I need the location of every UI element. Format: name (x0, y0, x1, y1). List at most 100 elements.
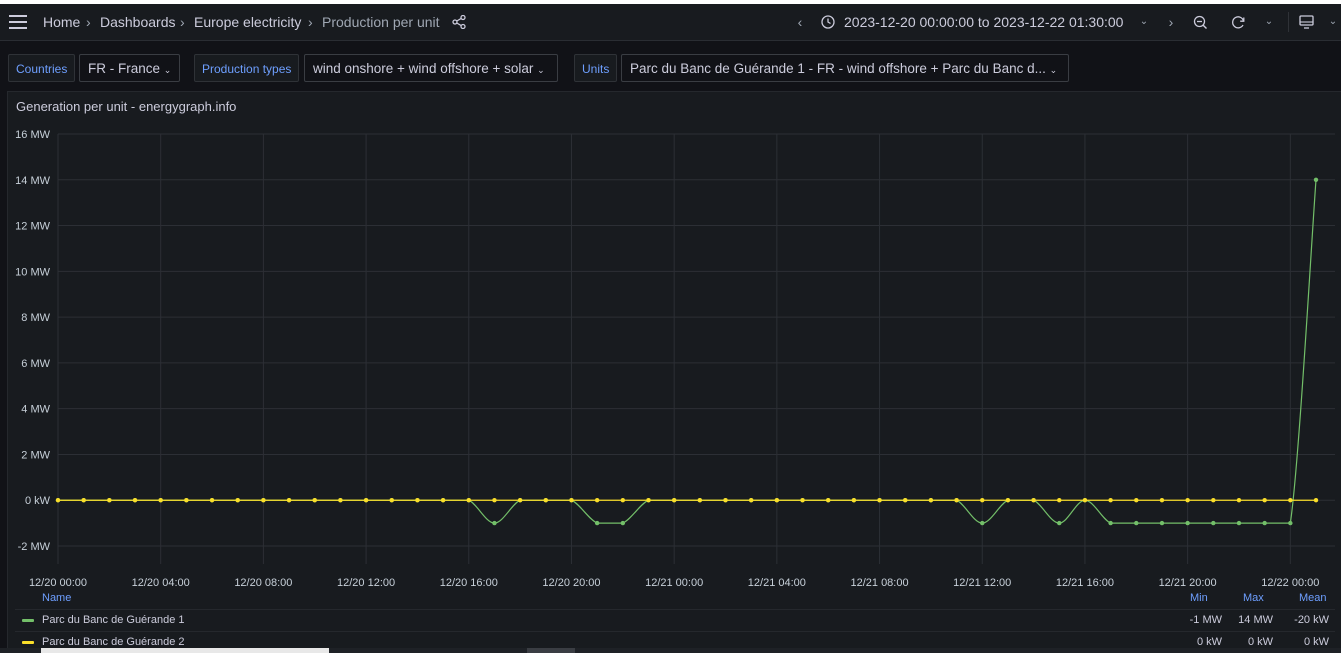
legend-row[interactable]: Parc du Banc de Guérande 1 -1 MW 14 MW -… (15, 609, 1335, 631)
series-point (1005, 498, 1011, 503)
series-point (1288, 498, 1293, 503)
series-point (363, 498, 369, 503)
legend-series-name: Parc du Banc de Guérande 2 (42, 636, 185, 648)
x-tick-label: 12/20 12:00 (337, 577, 395, 589)
y-tick-label: -2 MW (18, 541, 51, 553)
series-point (1236, 498, 1242, 503)
series-point (1185, 520, 1190, 526)
x-tick-label: 12/21 00:00 (645, 577, 703, 589)
series-point (774, 498, 780, 503)
x-tick-label: 12/20 16:00 (440, 577, 498, 589)
series-point (81, 498, 86, 503)
legend-mean-value: 0 kW (1303, 636, 1329, 648)
series-point (1211, 498, 1216, 503)
timeseries-chart[interactable]: 16 MW 14 MW 12 MW 10 MW 8 MW 6 MW 4 MW 2 MW 0 kW… (0, 0, 1341, 600)
series-point (235, 498, 240, 503)
x-tick-label: 12/21 20:00 (1159, 577, 1217, 589)
legend-max-value: 14 MW (1238, 614, 1273, 626)
series-point (748, 498, 754, 503)
series-point (132, 498, 138, 503)
series-point (1031, 498, 1036, 503)
series-point (440, 498, 446, 503)
y-tick-label: 8 MW (21, 312, 50, 324)
series-point (954, 498, 959, 503)
series-point (646, 498, 651, 503)
series-point (620, 498, 626, 503)
legend-color-swatch (22, 641, 34, 644)
series-point (415, 498, 420, 503)
series-point (543, 498, 548, 503)
x-tick-label: 12/22 00:00 (1261, 577, 1319, 589)
series-point (928, 498, 934, 503)
series-point (594, 520, 600, 526)
legend-header-mean[interactable]: Mean (1299, 592, 1327, 604)
legend-min-value: 0 kW (1196, 636, 1222, 648)
legend-color-swatch (22, 619, 34, 622)
series-point (1211, 520, 1216, 526)
series-point (338, 498, 343, 503)
series-point (903, 498, 908, 503)
series-point (980, 520, 985, 526)
series-point (1082, 498, 1088, 503)
legend-min-value: -1 MW (1189, 614, 1222, 626)
series-point (851, 498, 857, 503)
y-tick-label: 2 MW (21, 449, 50, 461)
series-point (1134, 520, 1139, 526)
series-point (492, 498, 497, 503)
x-tick-label: 12/21 08:00 (850, 577, 908, 589)
series-point (1236, 520, 1242, 526)
series-point (800, 498, 805, 503)
series-point (1134, 498, 1139, 503)
series-point (697, 498, 703, 503)
series-point (594, 498, 600, 503)
series-point (980, 498, 985, 503)
series-point (877, 498, 882, 503)
y-tick-label: 0 kW (25, 495, 51, 507)
series-point (1185, 498, 1190, 503)
series-point (1313, 498, 1319, 503)
x-tick-label: 12/20 00:00 (29, 577, 87, 589)
legend-header-name[interactable]: Name (42, 592, 71, 604)
x-tick-label: 12/21 12:00 (953, 577, 1011, 589)
series-point (286, 498, 292, 503)
series-point (466, 498, 471, 503)
x-tick-label: 12/20 08:00 (234, 577, 292, 589)
x-tick-label: 12/21 16:00 (1056, 577, 1114, 589)
y-tick-label: 14 MW (15, 175, 50, 187)
series-point (517, 498, 523, 503)
series-point (620, 520, 626, 526)
series-point (671, 498, 677, 503)
series-point (1108, 520, 1113, 526)
series-point (209, 498, 215, 503)
series-point (389, 498, 394, 503)
series-line (57, 179, 1317, 524)
series-point (723, 498, 728, 503)
series-point (569, 498, 574, 503)
legend-mean-value: -20 kW (1294, 614, 1329, 626)
series-point (1313, 177, 1319, 182)
y-tick-label: 12 MW (15, 221, 50, 233)
series-point (1159, 498, 1165, 503)
y-tick-label: 6 MW (21, 358, 50, 370)
y-tick-label: 4 MW (21, 404, 50, 416)
series-point (1159, 520, 1165, 526)
series-point (1108, 498, 1113, 503)
series-point (312, 498, 317, 503)
x-tick-label: 12/20 04:00 (132, 577, 190, 589)
horizontal-scrollbar-thumb[interactable] (41, 648, 329, 653)
series-point (107, 498, 112, 503)
x-tick-label: 12/21 04:00 (748, 577, 806, 589)
scroll-position-indicator (527, 648, 575, 653)
legend-series-name: Parc du Banc de Guérande 1 (42, 614, 185, 626)
series-point (1057, 520, 1062, 526)
series-point (55, 498, 61, 503)
series-point (158, 498, 163, 503)
legend-header-max[interactable]: Max (1243, 592, 1264, 604)
legend-header-min[interactable]: Min (1190, 592, 1208, 604)
x-tick-label: 12/20 20:00 (542, 577, 600, 589)
y-tick-label: 10 MW (15, 266, 50, 278)
y-tick-label: 16 MW (15, 129, 50, 141)
series-point (1262, 520, 1267, 526)
series-point (1262, 498, 1267, 503)
series-point (1288, 520, 1293, 526)
